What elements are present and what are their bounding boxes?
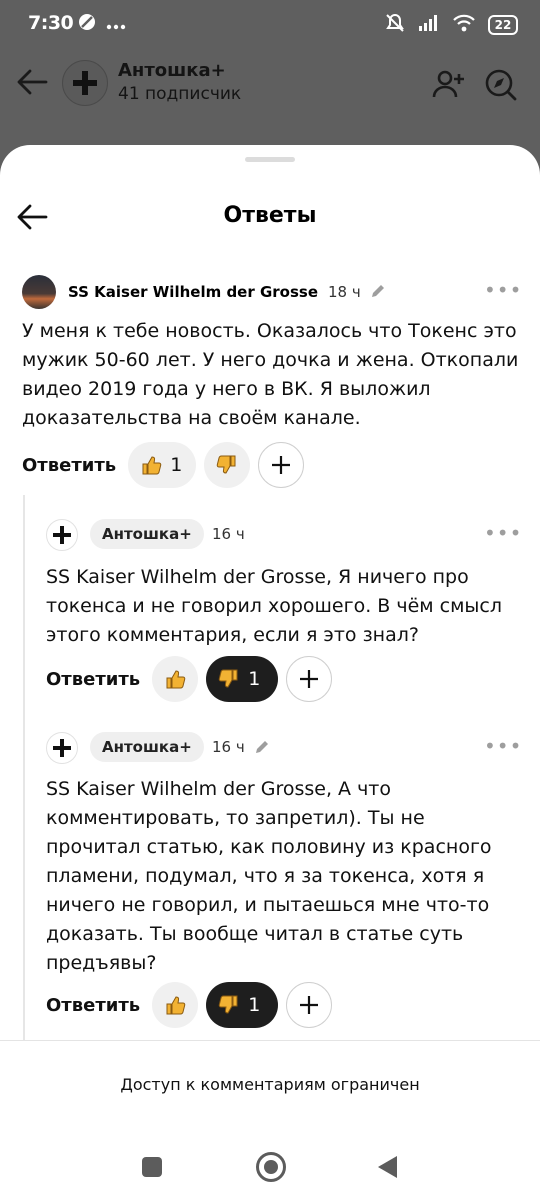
thumbs-up-icon: [142, 456, 162, 475]
more-notifications-icon: [106, 15, 126, 34]
reply-author[interactable]: Антошка+: [90, 732, 204, 762]
channel-name[interactable]: Антошка+: [118, 60, 226, 81]
reply-text: SS Kaiser Wilhelm der Grosse, Я ничего п…: [46, 566, 503, 646]
like-button[interactable]: [152, 656, 199, 702]
thumbs-down-icon: [217, 455, 236, 474]
thread-line: [23, 495, 25, 1040]
comment-text: У меня к тебе новость. Оказалось что Ток…: [22, 320, 519, 429]
status-time: 7:30: [28, 12, 74, 34]
plus-icon: [272, 456, 291, 474]
more-options-icon[interactable]: •••: [484, 278, 522, 302]
dislike-count: 1: [248, 668, 261, 690]
channel-header: Антошка+ 41 подписчик: [0, 50, 540, 130]
reply-button[interactable]: Ответить: [22, 455, 116, 476]
like-button[interactable]: [152, 982, 199, 1028]
comments-restricted-notice: Доступ к комментариям ограничен: [120, 1075, 420, 1094]
add-reaction-button[interactable]: [258, 442, 305, 488]
dislike-button[interactable]: 1: [206, 982, 279, 1028]
like-count: 1: [170, 454, 183, 476]
thumbs-up-icon: [166, 670, 186, 689]
avatar[interactable]: [46, 519, 78, 551]
channel-avatar[interactable]: [62, 60, 108, 106]
signal-icon: [418, 14, 440, 36]
reply-button[interactable]: Ответить: [46, 995, 140, 1016]
sheet-handle[interactable]: [245, 157, 295, 162]
reply-author[interactable]: Антошка+: [90, 519, 204, 549]
reply-actions: Ответить 1: [46, 656, 333, 702]
system-nav-bar: [0, 1130, 540, 1200]
reply-text: SS Kaiser Wilhelm der Grosse, А что комм…: [46, 778, 492, 974]
comment-actions: Ответить 1: [22, 442, 305, 488]
channel-subscribers: 41 подписчик: [118, 84, 242, 104]
pencil-icon: [254, 739, 270, 759]
reply-button[interactable]: Ответить: [46, 669, 140, 690]
dislike-button[interactable]: 1: [206, 656, 279, 702]
add-user-icon[interactable]: [432, 68, 466, 104]
avatar[interactable]: [22, 275, 56, 309]
status-bar: 7:30 22: [0, 0, 540, 50]
back-triangle-icon[interactable]: [378, 1156, 397, 1178]
home-icon[interactable]: [256, 1152, 286, 1182]
thumbs-down-icon: [218, 669, 238, 688]
battery-icon: 22: [488, 15, 518, 35]
comment-time: 18 ч: [328, 283, 361, 301]
comment-author[interactable]: SS Kaiser Wilhelm der Grosse: [68, 283, 318, 301]
thumbs-down-icon: [218, 995, 238, 1014]
recents-icon[interactable]: [142, 1157, 162, 1177]
replies-sheet: Ответы SS Kaiser Wilhelm der Grosse 18 ч…: [0, 145, 540, 1200]
plus-icon: [300, 996, 319, 1014]
reply-time: 16 ч: [212, 525, 245, 543]
channel-logo-icon: [73, 71, 97, 95]
add-reaction-button[interactable]: [286, 982, 333, 1028]
channel-logo-icon: [53, 526, 71, 544]
pencil-icon: [370, 283, 386, 303]
mute-icon: [384, 12, 406, 38]
channel-logo-icon: [53, 739, 71, 757]
add-reaction-button[interactable]: [286, 656, 333, 702]
thumbs-up-icon: [166, 996, 186, 1015]
wifi-icon: [452, 14, 476, 36]
like-button[interactable]: 1: [128, 442, 197, 488]
more-options-icon[interactable]: •••: [484, 734, 522, 758]
dislike-button[interactable]: [204, 442, 251, 488]
sheet-title: Ответы: [223, 203, 317, 228]
dnd-icon: [78, 13, 96, 35]
plus-icon: [300, 670, 319, 688]
avatar[interactable]: [46, 732, 78, 764]
divider: [0, 1040, 540, 1041]
compass-icon[interactable]: [484, 68, 518, 106]
back-arrow-icon[interactable]: [16, 68, 48, 100]
more-options-icon[interactable]: •••: [484, 521, 522, 545]
reply-time: 16 ч: [212, 738, 245, 756]
dislike-count: 1: [248, 994, 261, 1016]
reply-actions: Ответить 1: [46, 982, 333, 1028]
